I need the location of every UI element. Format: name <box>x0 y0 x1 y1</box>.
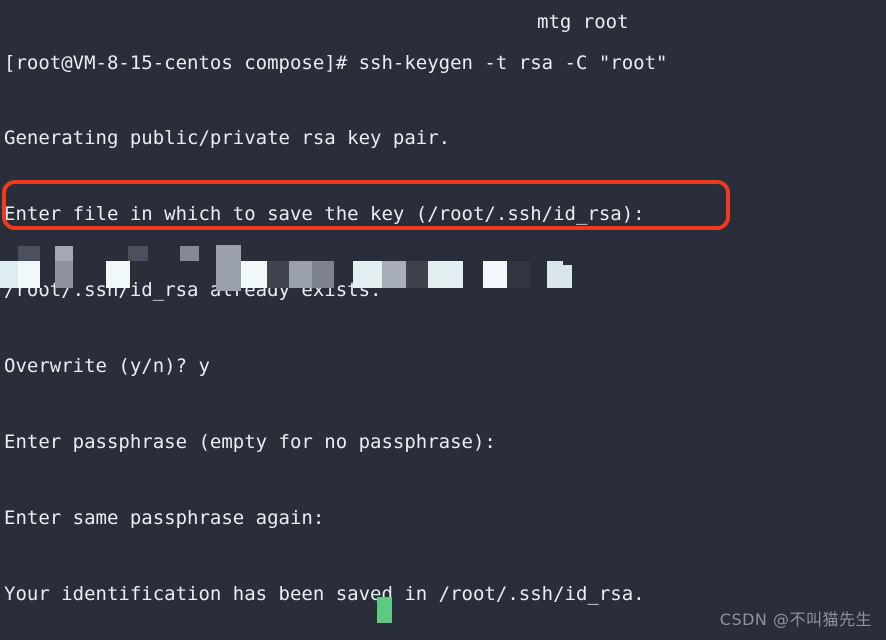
terminal-line-enter-same-passphrase: Enter same passphrase again: <box>4 506 325 529</box>
terminal-line-enter-file: Enter file in which to save the key (/ro… <box>4 203 645 226</box>
terminal-line-command: [root@VM-8-15-centos compose]# ssh-keyge… <box>4 51 668 74</box>
terminal-line-identification-saved: Your identification has been saved in /r… <box>4 582 645 605</box>
csdn-watermark: CSDN @不叫猫先生 <box>719 609 872 629</box>
terminal-output: [root@VM-8-15-centos compose]# ssh-keyge… <box>4 0 886 640</box>
terminal-cursor <box>377 597 392 623</box>
terminal-line-generating: Generating public/private rsa key pair. <box>4 127 451 150</box>
redacted-fingerprint-mosaic <box>0 243 572 291</box>
terminal-line-overwrite-prompt: Overwrite (y/n)? y <box>4 355 210 378</box>
fingerprint-visible-tail: mtg root <box>537 11 629 33</box>
terminal-line-enter-passphrase: Enter passphrase (empty for no passphras… <box>4 431 496 454</box>
terminal-window[interactable]: [root@VM-8-15-centos compose]# ssh-keyge… <box>0 0 886 640</box>
